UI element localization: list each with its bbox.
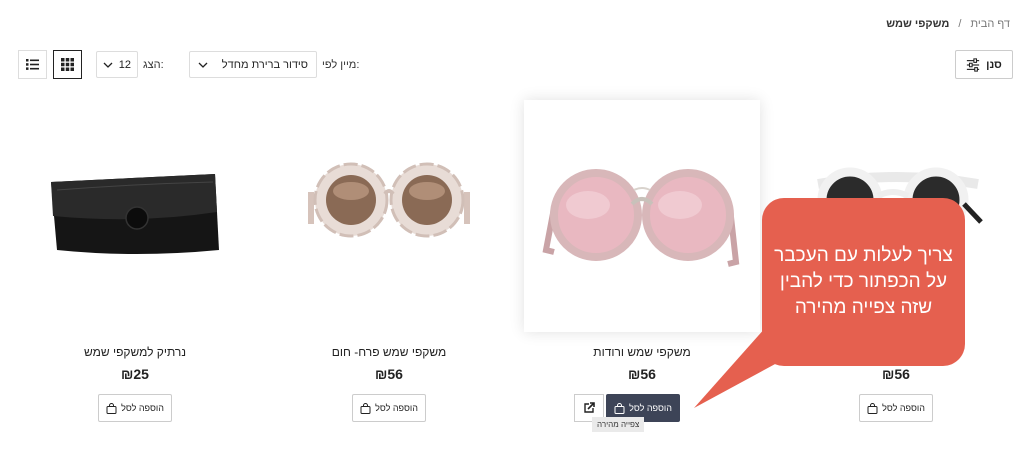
annotation-bubble: צריך לעלות עם העכבר על הכפתור כדי להבין … xyxy=(762,198,965,366)
